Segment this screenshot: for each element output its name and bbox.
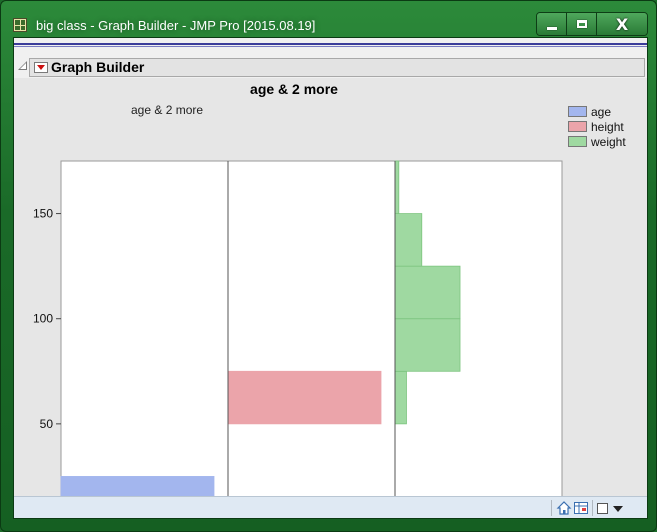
minimize-button[interactable] [537,13,567,35]
window-frame: big class - Graph Builder - JMP Pro [201… [0,0,657,532]
maximize-button[interactable] [567,13,597,35]
status-bar [14,496,647,518]
y-tick-label: 100 [33,312,53,326]
dropdown-arrow-icon[interactable] [610,500,626,516]
histogram-bar-weight [394,160,400,214]
plot-background [60,160,563,496]
legend[interactable]: age height weight [568,104,626,149]
outline-title-box[interactable]: Graph Builder [29,58,645,77]
status-separator [592,500,593,516]
window-title: big class - Graph Builder - JMP Pro [201… [36,18,316,33]
menu-separator-bar [14,43,647,47]
legend-item-weight[interactable]: weight [568,134,626,149]
legend-label-weight: weight [591,134,626,149]
red-triangle-menu-icon[interactable] [34,62,48,73]
minimize-icon [546,26,557,30]
title-bar[interactable]: big class - Graph Builder - JMP Pro [201… [1,1,656,37]
close-button[interactable]: X [597,13,647,35]
y-tick-label: 150 [33,207,53,221]
graph-area: age & 2 more age & 2 more 050100150 age … [14,78,647,496]
jmp-app-icon[interactable] [13,18,27,32]
outline-title: Graph Builder [51,59,145,75]
home-icon[interactable] [556,500,572,516]
legend-label-height: height [591,119,624,134]
legend-swatch-age [568,106,587,117]
histogram-bar-height [227,370,382,425]
status-separator [551,500,552,516]
legend-swatch-height [568,121,587,132]
histogram-bar-weight [394,318,461,372]
chart-plot[interactable]: 050100150 [14,78,574,496]
histogram-bar-age [60,476,215,496]
legend-swatch-weight [568,136,587,147]
legend-label-age: age [591,104,612,119]
legend-item-height[interactable]: height [568,119,626,134]
y-tick-label: 50 [40,417,54,431]
histogram-bar-weight [394,265,461,320]
histogram-bar-weight [394,213,423,267]
client-area: Graph Builder age & 2 more age & 2 more … [13,37,648,519]
checkbox-icon[interactable] [595,500,611,516]
disclosure-triangle-icon[interactable] [18,61,27,70]
window-controls: X [536,12,648,36]
maximize-icon [576,20,587,28]
outline-header: Graph Builder [18,58,645,78]
histogram-bar-weight [394,370,407,425]
legend-item-age[interactable]: age [568,104,626,119]
table-icon[interactable] [573,500,589,516]
close-icon: X [615,14,629,34]
